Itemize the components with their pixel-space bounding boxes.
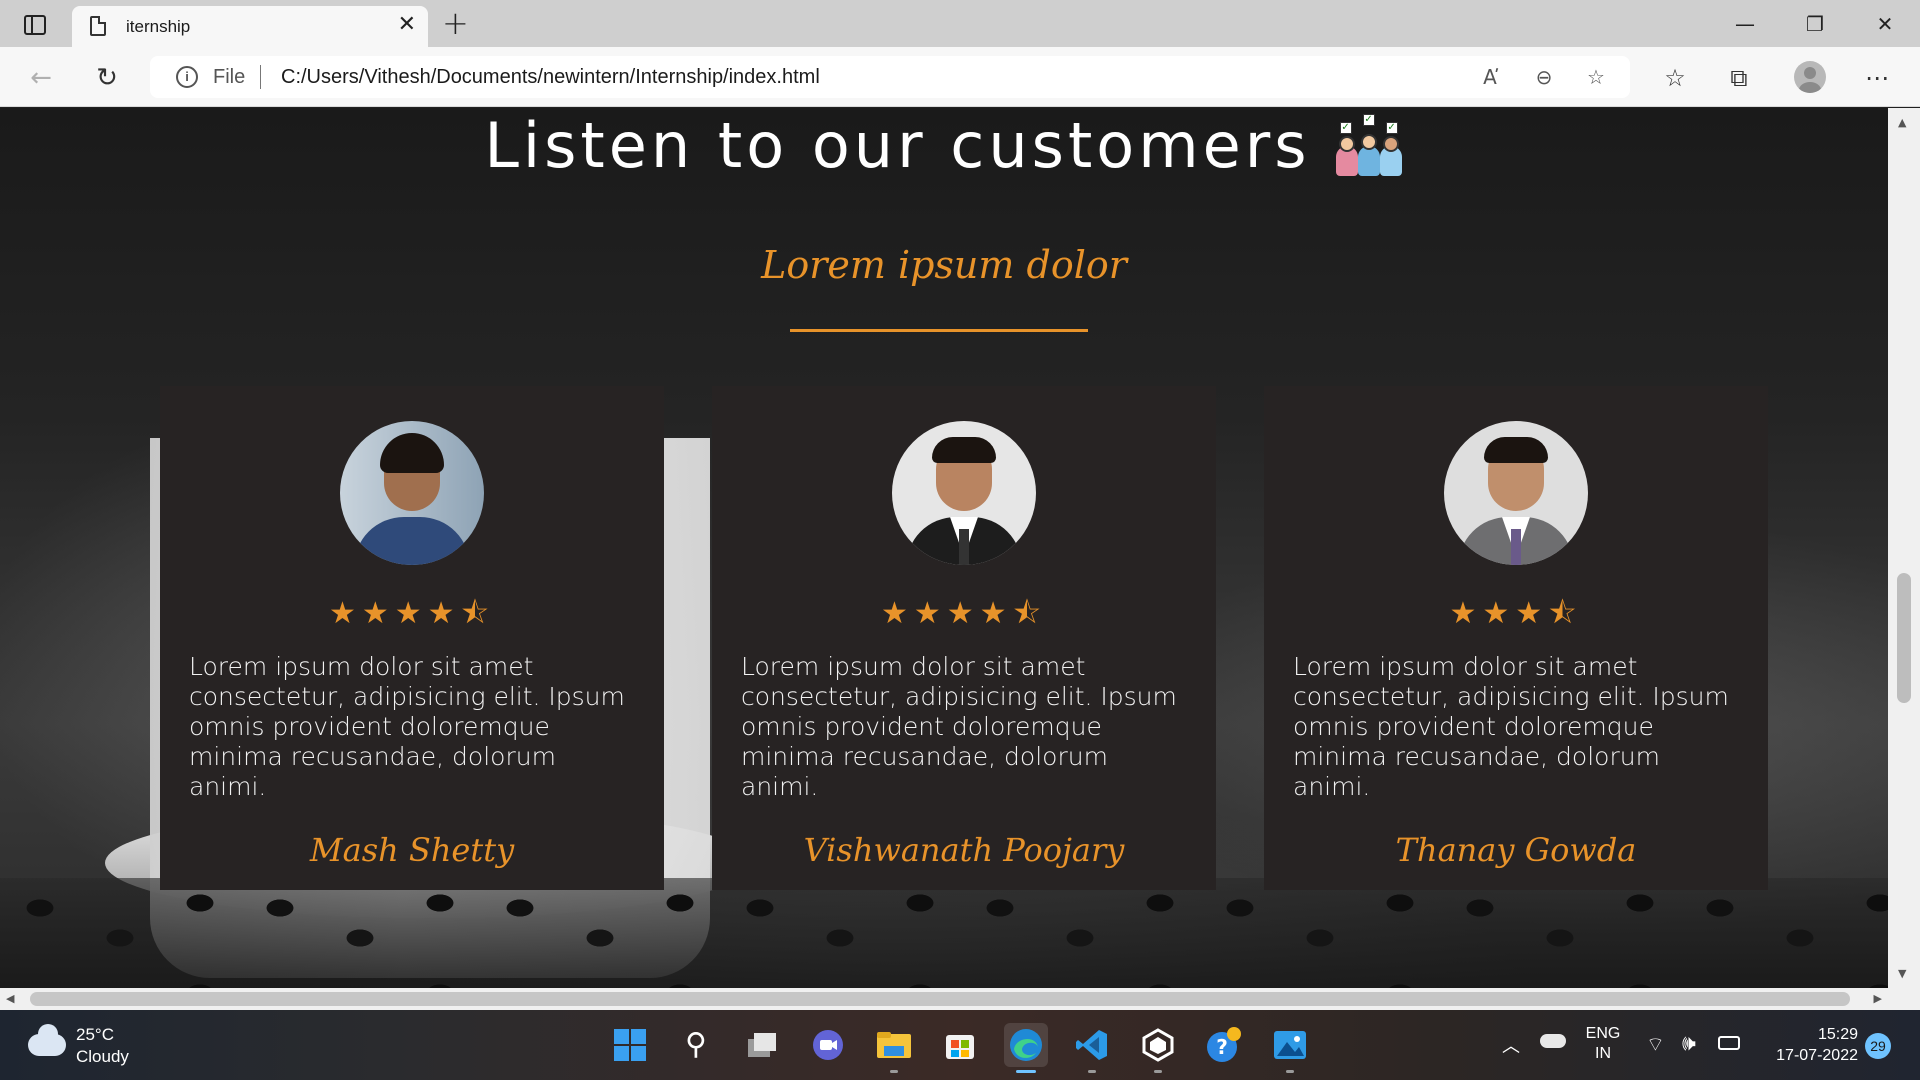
page-viewport: Listen to our customers ✓ ✓ ✓ Lorem ipsu… bbox=[0, 108, 1888, 988]
volume-icon[interactable]: 🕪 bbox=[1682, 1030, 1696, 1056]
collections-icon[interactable]: ⧉ bbox=[1720, 59, 1758, 97]
scrollbar-corner bbox=[1888, 988, 1920, 1010]
file-explorer-icon[interactable] bbox=[872, 1023, 916, 1073]
favorites-icon[interactable]: ☆ bbox=[1656, 59, 1694, 97]
url-text[interactable]: C:/Users/Vithesh/Documents/newintern/Int… bbox=[281, 66, 820, 89]
customer-name: Thanay Gowda bbox=[1395, 831, 1637, 869]
start-icon[interactable] bbox=[608, 1023, 652, 1067]
language-indicator[interactable]: ENG IN bbox=[1578, 1024, 1628, 1064]
clock[interactable]: 15:29 17-07-2022 bbox=[1758, 1024, 1858, 1066]
customer-name: Mash Shetty bbox=[309, 831, 515, 869]
weather-temperature: 25°C bbox=[76, 1025, 114, 1044]
get-help-icon[interactable]: ? bbox=[1202, 1023, 1246, 1067]
tab-actions-icon[interactable] bbox=[14, 10, 56, 40]
browser-toolbar: ← ↻ i File C:/Users/Vithesh/Documents/ne… bbox=[0, 47, 1920, 107]
tab-close-button[interactable]: ✕ bbox=[398, 14, 416, 36]
windows-taskbar: 25°C Cloudy ⚲ ? ︿ ENG IN ⌔ 🕪 15:29 17-07… bbox=[0, 1010, 1920, 1080]
photos-icon[interactable] bbox=[1268, 1023, 1312, 1073]
vertical-scroll-thumb[interactable] bbox=[1897, 573, 1911, 703]
testimonial-text: Lorem ipsum dolor sit amet consectetur, … bbox=[189, 652, 625, 801]
notification-badge[interactable]: 29 bbox=[1865, 1033, 1891, 1059]
hexagon-app-icon[interactable] bbox=[1136, 1023, 1180, 1073]
cloud-icon bbox=[28, 1024, 66, 1056]
add-favorite-icon[interactable]: ☆ bbox=[1582, 65, 1610, 89]
vertical-scrollbar[interactable]: ▲ ▼ bbox=[1888, 108, 1920, 988]
scroll-up-icon[interactable]: ▲ bbox=[1898, 116, 1906, 129]
star-rating: ★★★★⯪ bbox=[329, 596, 495, 631]
horizontal-scroll-thumb[interactable] bbox=[30, 992, 1850, 1006]
weather-condition: Cloudy bbox=[76, 1047, 129, 1066]
svg-text:?: ? bbox=[1216, 1035, 1228, 1059]
page-title: Listen to our customers bbox=[484, 109, 1311, 182]
info-icon[interactable]: i bbox=[176, 66, 198, 88]
scroll-down-icon[interactable]: ▼ bbox=[1898, 967, 1906, 980]
more-options-icon[interactable]: ⋯ bbox=[1858, 59, 1896, 97]
browser-tab[interactable]: iternship ✕ bbox=[72, 6, 428, 47]
testimonial-text: Lorem ipsum dolor sit amet consectetur, … bbox=[741, 652, 1177, 801]
refresh-icon[interactable]: ↻ bbox=[88, 59, 126, 97]
testimonial-card: ★★★★⯪ Lorem ipsum dolor sit amet consect… bbox=[712, 386, 1216, 890]
battery-icon[interactable] bbox=[1718, 1036, 1740, 1050]
clock-date: 17-07-2022 bbox=[1776, 1047, 1858, 1064]
zoom-out-icon[interactable]: ⊖ bbox=[1530, 65, 1558, 89]
star-rating: ★★★⯪ bbox=[1449, 596, 1583, 631]
profile-avatar-icon[interactable] bbox=[1794, 61, 1826, 93]
wifi-icon[interactable]: ⌔ bbox=[1646, 1032, 1665, 1057]
store-icon[interactable] bbox=[938, 1023, 982, 1067]
scheme-label: File bbox=[213, 66, 246, 88]
chat-icon[interactable] bbox=[806, 1023, 850, 1067]
scroll-left-icon[interactable]: ◀ bbox=[6, 992, 14, 1005]
show-hidden-icons-icon[interactable]: ︿ bbox=[1502, 1032, 1520, 1058]
task-view-icon[interactable] bbox=[740, 1023, 784, 1067]
customer-photo bbox=[1444, 421, 1588, 565]
new-tab-button[interactable]: + bbox=[442, 7, 469, 39]
address-separator bbox=[260, 65, 261, 89]
testimonial-text: Lorem ipsum dolor sit amet consectetur, … bbox=[1293, 652, 1729, 801]
weather-widget[interactable]: 25°C Cloudy bbox=[28, 1024, 178, 1070]
browser-tab-bar: iternship ✕ + — ❐ ✕ bbox=[0, 0, 1920, 47]
clock-time: 15:29 bbox=[1817, 1026, 1858, 1043]
back-arrow-icon[interactable]: ← bbox=[22, 59, 60, 97]
testimonial-card: ★★★★⯪ Lorem ipsum dolor sit amet consect… bbox=[160, 386, 664, 890]
customer-photo bbox=[892, 421, 1036, 565]
customers-group-icon: ✓ ✓ ✓ bbox=[1334, 112, 1404, 178]
region-code: IN bbox=[1595, 1045, 1611, 1062]
customer-photo bbox=[340, 421, 484, 565]
minimize-button[interactable]: — bbox=[1710, 0, 1780, 47]
edge-icon[interactable] bbox=[1004, 1023, 1048, 1073]
scroll-right-icon[interactable]: ▶ bbox=[1874, 992, 1882, 1005]
search-icon[interactable]: ⚲ bbox=[674, 1023, 718, 1067]
vscode-icon[interactable] bbox=[1070, 1023, 1114, 1073]
tab-title: iternship bbox=[126, 17, 191, 36]
customer-name: Vishwanath Poojary bbox=[803, 831, 1125, 869]
star-rating: ★★★★⯪ bbox=[881, 596, 1047, 631]
testimonial-card: ★★★⯪ Lorem ipsum dolor sit amet consecte… bbox=[1264, 386, 1768, 890]
restore-button[interactable]: ❐ bbox=[1780, 0, 1850, 47]
close-window-button[interactable]: ✕ bbox=[1850, 0, 1920, 47]
background-coffee-beans bbox=[0, 878, 1888, 988]
horizontal-scrollbar[interactable]: ◀ ▶ bbox=[0, 988, 1888, 1010]
onedrive-icon[interactable] bbox=[1540, 1034, 1566, 1048]
address-bar[interactable]: i File C:/Users/Vithesh/Documents/newint… bbox=[150, 56, 1630, 98]
language-code: ENG bbox=[1585, 1025, 1621, 1042]
subtitle-underline bbox=[790, 329, 1088, 332]
section-heading: Listen to our customers ✓ ✓ ✓ bbox=[0, 108, 1888, 182]
read-aloud-icon[interactable]: A̕ bbox=[1476, 65, 1504, 89]
section-subtitle: Lorem ipsum dolor bbox=[761, 243, 1127, 287]
document-icon bbox=[90, 16, 106, 36]
